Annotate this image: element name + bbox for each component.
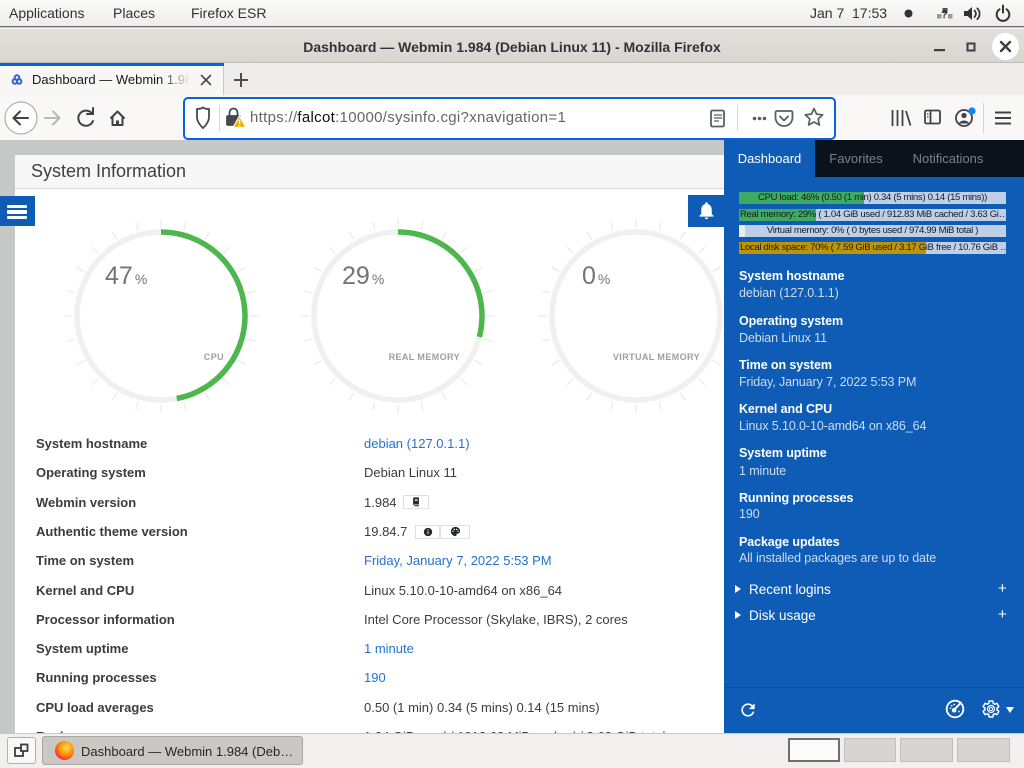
svg-text:?: ?: [941, 9, 948, 21]
